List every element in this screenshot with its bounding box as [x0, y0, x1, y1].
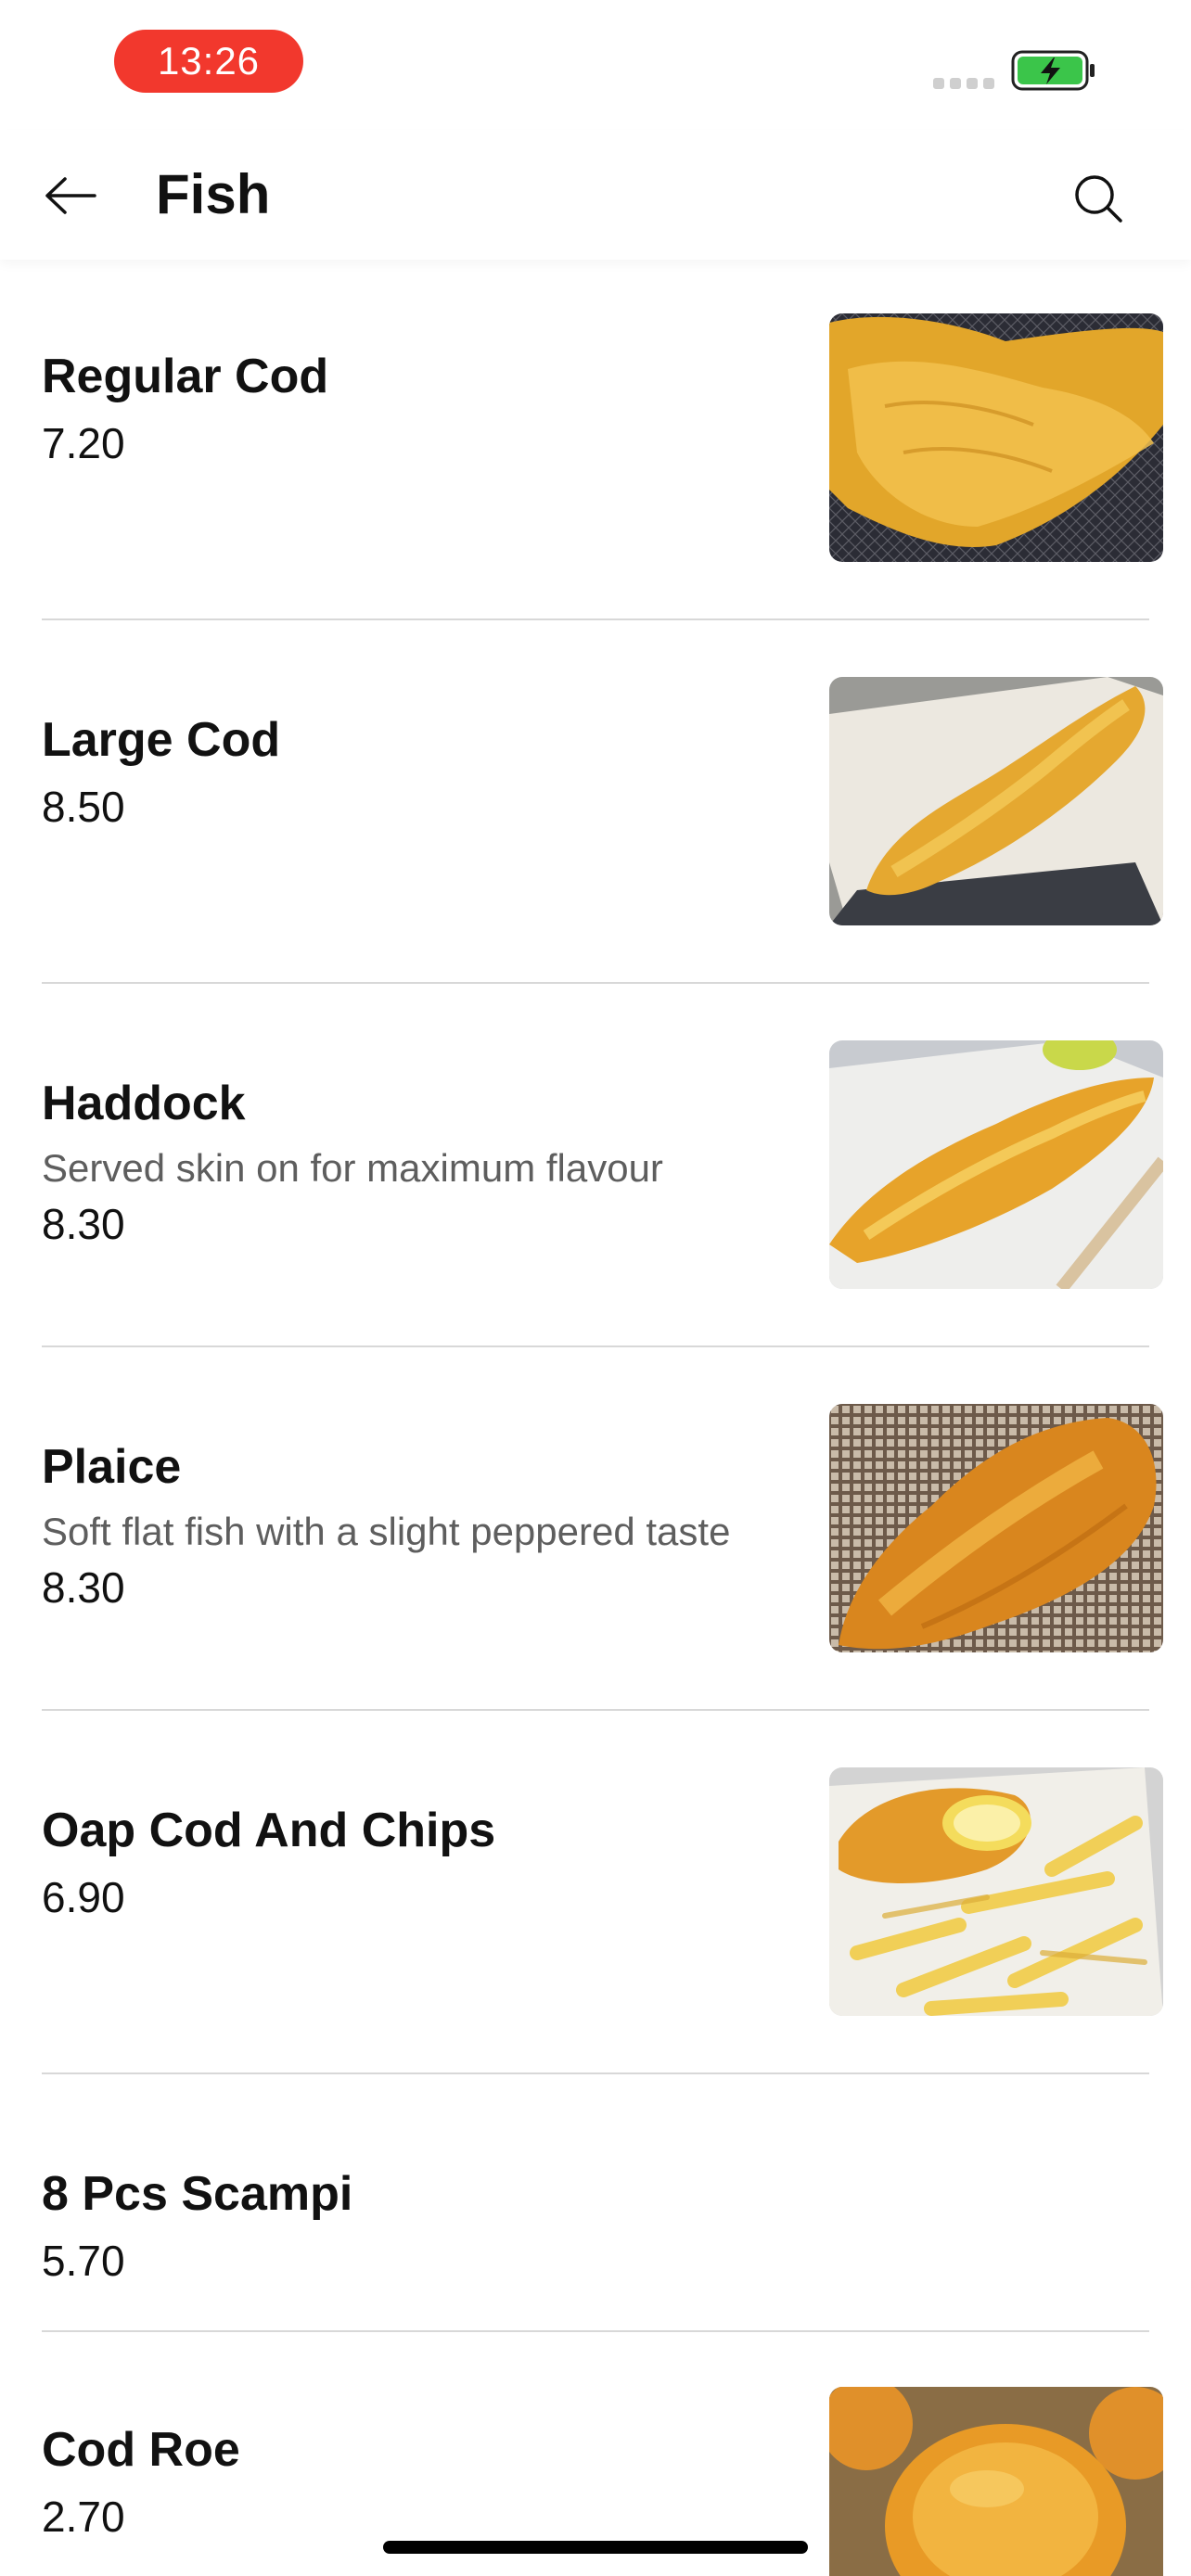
item-price: 6.90 — [42, 1873, 125, 1921]
divider — [42, 2072, 1149, 2074]
item-price: 8.30 — [42, 1200, 125, 1248]
page-title: Fish — [156, 163, 271, 225]
item-name: Haddock — [42, 1077, 246, 1130]
item-name: Cod Roe — [42, 2423, 240, 2477]
item-photo — [829, 677, 1163, 925]
arrow-left-icon — [45, 177, 96, 214]
item-description: Served skin on for maximum flavour — [42, 1146, 663, 1190]
divider — [42, 2330, 1149, 2332]
divider — [42, 1709, 1149, 1711]
signal-icon — [933, 78, 994, 89]
item-description: Soft flat fish with a slight peppered ta… — [42, 1510, 731, 1553]
item-price: 2.70 — [42, 2493, 125, 2541]
divider — [42, 1345, 1149, 1347]
item-name: Regular Cod — [42, 350, 329, 403]
item-photo — [829, 313, 1163, 562]
menu-item-haddock[interactable]: Haddock Served skin on for maximum flavo… — [0, 1040, 1191, 1350]
item-photo — [829, 1767, 1163, 2016]
item-name: Large Cod — [42, 713, 281, 767]
item-photo — [829, 2387, 1163, 2576]
item-name: Plaice — [42, 1440, 182, 1494]
search-icon — [1075, 175, 1122, 223]
item-price: 7.20 — [42, 419, 125, 467]
status-bar: 13:26 — [0, 0, 1191, 130]
home-indicator[interactable] — [383, 2541, 808, 2554]
menu-item-regular-cod[interactable]: Regular Cod 7.20 — [0, 313, 1191, 623]
item-price: 5.70 — [42, 2237, 125, 2285]
item-photo — [829, 1040, 1163, 1289]
status-time: 13:26 — [114, 30, 303, 93]
item-photo — [829, 1404, 1163, 1652]
menu-item-plaice[interactable]: Plaice Soft flat fish with a slight pepp… — [0, 1404, 1191, 1714]
divider — [42, 982, 1149, 984]
item-name: Oap Cod And Chips — [42, 1804, 496, 1857]
menu-item-oap-cod-and-chips[interactable]: Oap Cod And Chips 6.90 — [0, 1767, 1191, 2077]
battery-charging-icon — [1011, 50, 1095, 91]
divider — [42, 618, 1149, 620]
back-button[interactable] — [33, 163, 108, 228]
top-app-bar: Fish — [0, 130, 1191, 260]
item-price: 8.30 — [42, 1563, 125, 1612]
search-button[interactable] — [1063, 163, 1133, 234]
menu-item-8-pcs-scampi[interactable]: 8 Pcs Scampi 5.70 — [0, 2131, 1191, 2335]
item-price: 8.50 — [42, 783, 125, 831]
item-name: 8 Pcs Scampi — [42, 2167, 353, 2221]
menu-item-large-cod[interactable]: Large Cod 8.50 — [0, 677, 1191, 987]
